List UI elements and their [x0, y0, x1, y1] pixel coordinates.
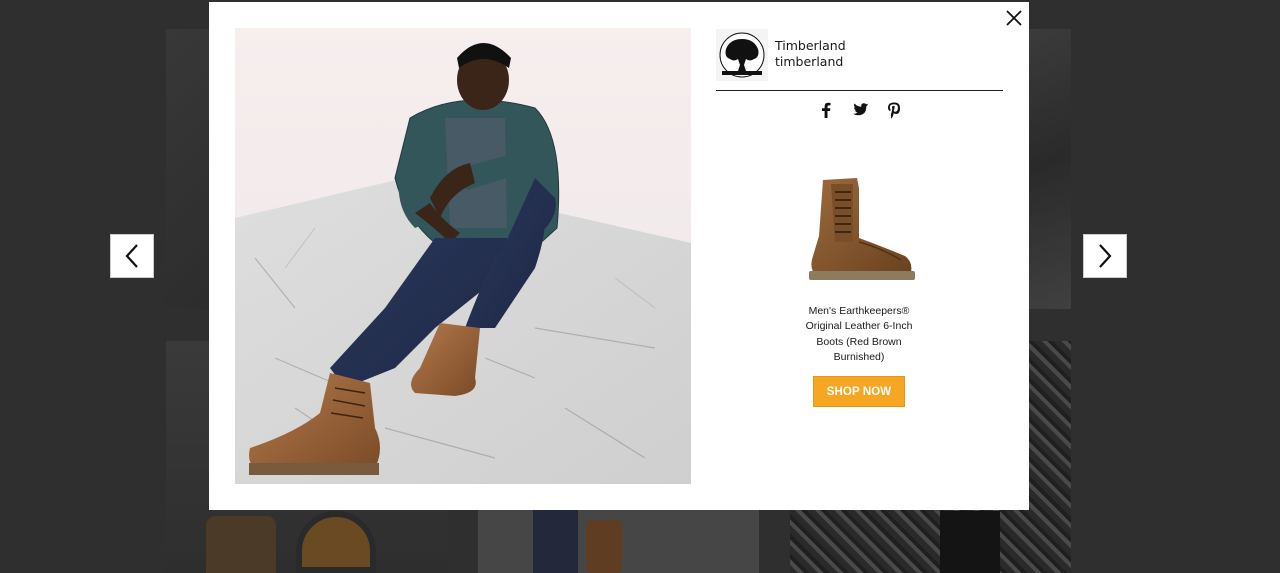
previous-button[interactable] — [110, 234, 154, 278]
next-button[interactable] — [1083, 234, 1127, 278]
brand-username[interactable]: timberland — [775, 54, 846, 70]
brand-header: Timberland timberland — [716, 29, 1003, 91]
close-button[interactable] — [1003, 7, 1025, 29]
share-bar — [815, 99, 905, 121]
product-image[interactable] — [801, 176, 917, 288]
facebook-icon[interactable] — [817, 101, 835, 119]
chevron-right-icon — [1099, 244, 1112, 268]
shop-now-button[interactable]: SHOP NOW — [813, 376, 905, 407]
product-modal: Timberland timberland Men's Earthkeepers… — [209, 2, 1029, 510]
gallery-tile — [478, 510, 759, 573]
product-name[interactable]: Men's Earthkeepers® Original Leather 6-I… — [794, 304, 924, 365]
lifestyle-photo — [235, 28, 691, 484]
twitter-icon[interactable] — [851, 101, 869, 119]
pinterest-icon[interactable] — [885, 101, 903, 119]
brand-display-name[interactable]: Timberland — [775, 38, 846, 54]
close-icon — [1006, 10, 1022, 26]
tree-logo-icon — [716, 29, 768, 81]
chevron-left-icon — [125, 244, 138, 268]
